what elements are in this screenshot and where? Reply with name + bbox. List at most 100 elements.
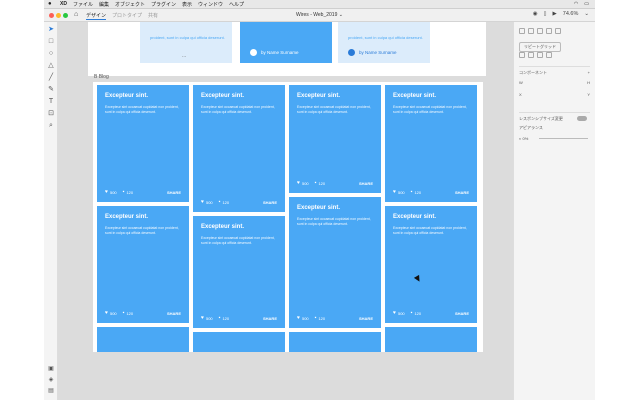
zoom-level[interactable]: 74.6% bbox=[563, 11, 579, 17]
top-card[interactable]: proident, sunt in culpa qui officia dese… bbox=[140, 22, 232, 63]
heart-icon[interactable]: ♥ bbox=[201, 199, 204, 205]
zoom-chevron-icon[interactable]: ⌄ bbox=[584, 11, 589, 17]
menu-plugins[interactable]: プラグイン bbox=[151, 1, 176, 8]
blog-card[interactable]: Excepteur sint. Excepteur sint occaecat … bbox=[193, 216, 285, 328]
comment-icon[interactable]: ▪ bbox=[123, 310, 125, 316]
share-link[interactable]: SHARE bbox=[263, 316, 277, 321]
artboard-label[interactable]: B Blog bbox=[94, 74, 109, 80]
text-tool-icon[interactable]: T bbox=[47, 98, 55, 106]
blog-card[interactable]: Excepteur sint. Excepteur sint occaecat … bbox=[97, 206, 189, 323]
blog-card-partial[interactable] bbox=[97, 327, 189, 352]
add-icon[interactable] bbox=[519, 52, 525, 58]
plugins-icon[interactable]: ▣ bbox=[47, 365, 55, 372]
heart-icon[interactable]: ♥ bbox=[105, 189, 108, 195]
pen-tool-icon[interactable]: ✎ bbox=[47, 86, 55, 94]
repeat-grid-row: リピートグリッド bbox=[519, 42, 590, 52]
y-label[interactable]: Y bbox=[587, 92, 590, 97]
blog-card-partial[interactable] bbox=[289, 332, 381, 352]
more-text: ... bbox=[182, 53, 187, 59]
responsive-toggle[interactable] bbox=[577, 116, 587, 121]
share-link[interactable]: SHARE bbox=[167, 190, 181, 195]
card-body: Excepteur sint occaecat cupidatat non pr… bbox=[297, 217, 371, 226]
assets-icon[interactable]: ▤ bbox=[47, 387, 55, 394]
x-label[interactable]: X bbox=[519, 92, 522, 97]
menu-edit[interactable]: 編集 bbox=[99, 1, 109, 8]
comment-icon[interactable]: ▪ bbox=[411, 310, 413, 316]
comment-icon[interactable]: ▪ bbox=[123, 189, 125, 195]
design-canvas[interactable]: proident, sunt in culpa qui officia dese… bbox=[58, 22, 513, 400]
title-chevron-icon[interactable]: ⌄ bbox=[337, 12, 343, 18]
user-icon[interactable]: ◉ bbox=[533, 11, 538, 17]
align-right-icon[interactable] bbox=[537, 28, 543, 34]
align-top-icon[interactable] bbox=[546, 28, 552, 34]
title-bar: ⌂ デザイン プロトタイプ 共有 Wires - Web_2019 ⌄ ◉ ▯ … bbox=[44, 9, 595, 22]
opacity-value[interactable]: 0% bbox=[523, 136, 529, 141]
ellipse-tool-icon[interactable]: ○ bbox=[47, 50, 55, 58]
zoom-tool-icon[interactable]: ⌕ bbox=[47, 122, 55, 130]
share-link[interactable]: SHARE bbox=[455, 311, 469, 316]
exclude-icon[interactable] bbox=[546, 52, 552, 58]
intersect-icon[interactable] bbox=[537, 52, 543, 58]
mobile-preview-icon[interactable]: ▯ bbox=[544, 11, 547, 17]
card-meta: ♥ 500 ▪ 120 SHARE bbox=[201, 199, 277, 205]
menu-app-name[interactable]: XD bbox=[60, 1, 67, 7]
layers-icon[interactable]: ◈ bbox=[47, 376, 55, 383]
blog-card[interactable]: Excepteur sint. Excepteur sint occaecat … bbox=[193, 85, 285, 212]
heart-icon[interactable]: ♥ bbox=[297, 180, 300, 186]
menu-object[interactable]: オブジェクト bbox=[115, 1, 145, 8]
share-link[interactable]: SHARE bbox=[359, 316, 373, 321]
share-link[interactable]: SHARE bbox=[359, 181, 373, 186]
heart-icon[interactable]: ♥ bbox=[393, 189, 396, 195]
apple-icon[interactable]: ● bbox=[48, 1, 54, 7]
card-title: Excepteur sint. bbox=[105, 214, 149, 220]
align-middle-icon[interactable] bbox=[555, 28, 561, 34]
artboard-blog[interactable]: Excepteur sint. Excepteur sint occaecat … bbox=[93, 82, 483, 352]
blog-card-partial[interactable] bbox=[385, 327, 477, 352]
repeat-grid-button[interactable]: リピートグリッド bbox=[519, 42, 561, 52]
blog-card[interactable]: Excepteur sint. Excepteur sint occaecat … bbox=[289, 197, 381, 328]
document-title-text[interactable]: Wires - Web_2019 bbox=[296, 12, 337, 18]
polygon-tool-icon[interactable]: △ bbox=[47, 62, 55, 70]
play-icon[interactable]: ▶ bbox=[553, 11, 557, 17]
select-tool-icon[interactable]: ➤ bbox=[47, 26, 55, 34]
opacity-slider[interactable] bbox=[539, 138, 588, 139]
rectangle-tool-icon[interactable]: □ bbox=[47, 38, 55, 46]
share-link[interactable]: SHARE bbox=[167, 311, 181, 316]
line-tool-icon[interactable]: ╱ bbox=[47, 74, 55, 82]
comment-icon[interactable]: ▪ bbox=[315, 180, 317, 186]
top-card[interactable]: proident, sunt in culpa qui officia dese… bbox=[338, 22, 430, 63]
comment-icon[interactable]: ▪ bbox=[411, 189, 413, 195]
add-component-icon[interactable]: + bbox=[588, 70, 590, 75]
height-label[interactable]: H bbox=[587, 80, 590, 85]
artboard-tool-icon[interactable]: ⊡ bbox=[47, 110, 55, 118]
share-link[interactable]: SHARE bbox=[263, 200, 277, 205]
artboard-top[interactable]: proident, sunt in culpa qui officia dese… bbox=[88, 22, 486, 76]
heart-icon[interactable]: ♥ bbox=[105, 310, 108, 316]
blog-card[interactable]: Excepteur sint. Excepteur sint occaecat … bbox=[385, 206, 477, 323]
menu-file[interactable]: ファイル bbox=[73, 1, 93, 8]
comment-icon[interactable]: ▪ bbox=[219, 315, 221, 321]
card-body: Excepteur sint occaecat cupidatat non pr… bbox=[393, 226, 467, 235]
menu-window[interactable]: ウィンドウ bbox=[198, 1, 223, 8]
like-count: 500 bbox=[397, 189, 405, 195]
top-card-selected[interactable]: by Name Surname bbox=[240, 22, 332, 63]
position-row: X Y bbox=[519, 92, 590, 97]
menu-help[interactable]: ヘルプ bbox=[229, 1, 244, 8]
blog-card[interactable]: Excepteur sint. Excepteur sint occaecat … bbox=[385, 85, 477, 202]
author-name: by Name Surname bbox=[359, 50, 397, 55]
share-link[interactable]: SHARE bbox=[455, 190, 469, 195]
subtract-icon[interactable] bbox=[528, 52, 534, 58]
responsive-resize-label: レスポンシブサイズ変更 bbox=[519, 116, 563, 121]
width-label[interactable]: W bbox=[519, 80, 523, 85]
comment-icon[interactable]: ▪ bbox=[219, 199, 221, 205]
align-center-icon[interactable] bbox=[528, 28, 534, 34]
blog-card[interactable]: Excepteur sint. Excepteur sint occaecat … bbox=[97, 85, 189, 202]
blog-card-partial[interactable] bbox=[193, 332, 285, 352]
heart-icon[interactable]: ♥ bbox=[297, 315, 300, 321]
blog-card[interactable]: Excepteur sint. Excepteur sint occaecat … bbox=[289, 85, 381, 193]
align-left-icon[interactable] bbox=[519, 28, 525, 34]
comment-icon[interactable]: ▪ bbox=[315, 315, 317, 321]
heart-icon[interactable]: ♥ bbox=[201, 315, 204, 321]
menu-view[interactable]: 表示 bbox=[182, 1, 192, 8]
heart-icon[interactable]: ♥ bbox=[393, 310, 396, 316]
